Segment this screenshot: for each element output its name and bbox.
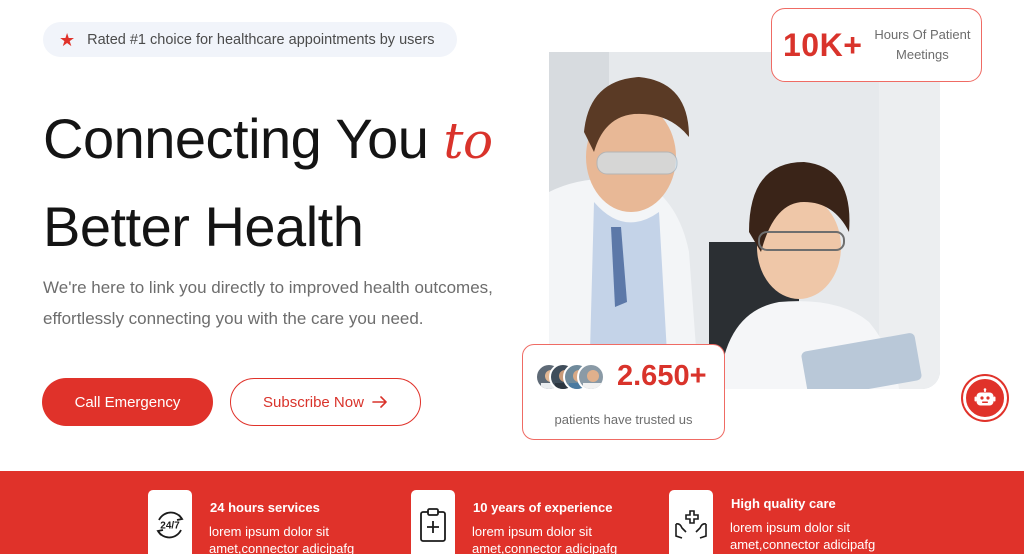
hero-title: Connecting You to Better Health bbox=[43, 96, 563, 270]
hero-title-accent: to bbox=[443, 112, 493, 170]
call-emergency-button[interactable]: Call Emergency bbox=[42, 378, 213, 426]
clipboard-plus-icon bbox=[420, 508, 446, 542]
robot-icon bbox=[974, 388, 996, 406]
hero-subtitle: We're here to link you directly to impro… bbox=[43, 272, 523, 334]
feature-title: 24 hours services bbox=[210, 500, 320, 515]
rating-badge-text: Rated #1 choice for healthcare appointme… bbox=[87, 31, 435, 48]
hours-stat-label-line2: Meetings bbox=[896, 47, 949, 62]
hero-subtitle-line2: effortlessly connecting you with the car… bbox=[43, 309, 424, 328]
hours-stat-value: 10K+ bbox=[783, 26, 863, 63]
24-7-icon: 24/7 bbox=[156, 511, 184, 539]
avatar bbox=[577, 363, 605, 391]
patients-stat-card: 2.650+ patients have trusted us bbox=[522, 344, 725, 440]
feature-icon-box bbox=[669, 490, 713, 554]
hero-title-line2: Better Health bbox=[43, 195, 364, 258]
care-hands-icon bbox=[675, 510, 707, 539]
features-strip: 24/7 24 hours services lorem ipsum dolor… bbox=[0, 471, 1024, 554]
avatar-group bbox=[535, 363, 607, 391]
feature-text: lorem ipsum dolor sit amet,connector adi… bbox=[472, 524, 618, 554]
patients-stat-value: 2.650+ bbox=[617, 360, 707, 392]
feature-title: High quality care bbox=[731, 496, 836, 511]
svg-text:24/7: 24/7 bbox=[160, 521, 180, 532]
rating-badge: ★ Rated #1 choice for healthcare appoint… bbox=[43, 22, 457, 57]
hours-stat-label-line1: Hours Of Patient bbox=[874, 27, 971, 42]
hours-stat-label: Hours Of Patient Meetings bbox=[872, 25, 972, 65]
feature-text: lorem ipsum dolor sit amet,connector adi… bbox=[730, 520, 876, 552]
hours-stat-card: 10K+ Hours Of Patient Meetings bbox=[771, 8, 982, 82]
arrow-right-icon bbox=[372, 396, 387, 408]
subscribe-now-label: Subscribe Now bbox=[263, 393, 364, 411]
hero-title-line1: Connecting You bbox=[43, 107, 429, 170]
subscribe-now-button[interactable]: Subscribe Now bbox=[230, 378, 421, 426]
feature-icon-box bbox=[411, 490, 455, 554]
patients-stat-label: patients have trusted us bbox=[554, 412, 693, 427]
feature-title: 10 years of experience bbox=[473, 500, 613, 515]
feature-text: lorem ipsum dolor sit amet,connector adi… bbox=[209, 524, 355, 554]
hero-subtitle-line1: We're here to link you directly to impro… bbox=[43, 278, 493, 297]
doctors-photo bbox=[549, 52, 940, 389]
feature-icon-box: 24/7 bbox=[148, 490, 192, 554]
star-icon: ★ bbox=[59, 29, 76, 50]
chatbot-button[interactable] bbox=[963, 376, 1007, 420]
